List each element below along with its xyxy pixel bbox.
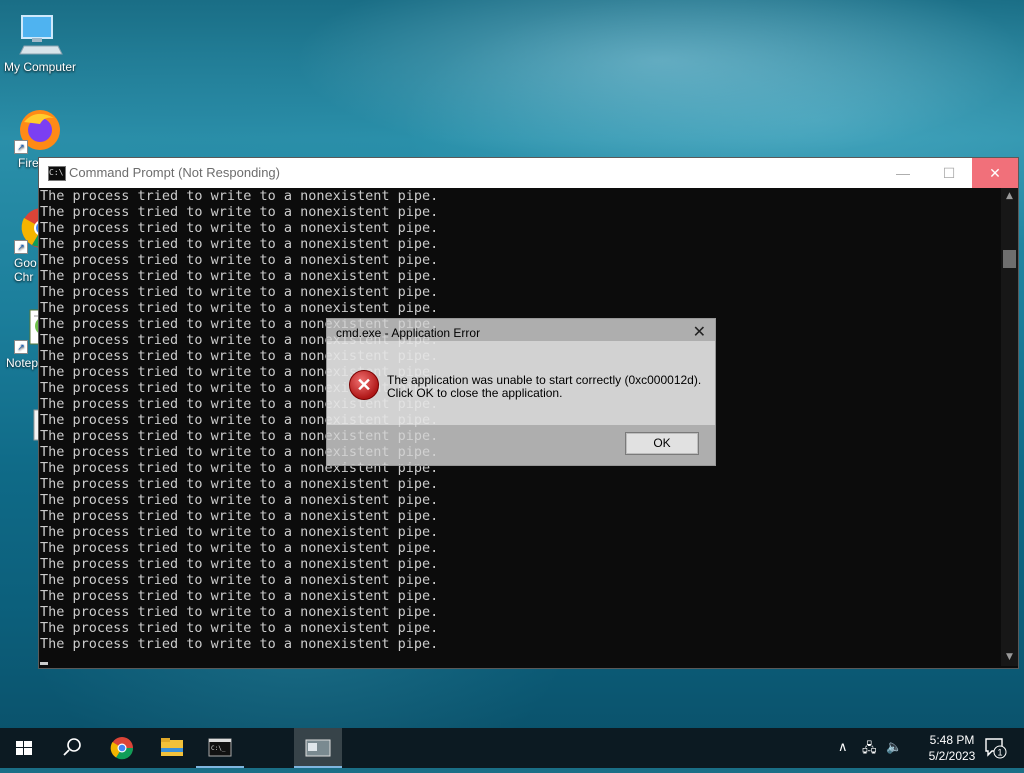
chrome-icon	[110, 737, 134, 760]
clock[interactable]: 5:48 PM 5/2/2023	[924, 732, 980, 764]
network-icon[interactable]: 🖧	[862, 739, 877, 761]
file-explorer-icon	[161, 738, 183, 756]
window-titlebar[interactable]: C:\ Command Prompt (Not Responding) — ☐ …	[39, 158, 1018, 188]
console-line: The process tried to write to a nonexist…	[40, 508, 439, 524]
scrollbar-thumb[interactable]	[1003, 250, 1016, 268]
show-hidden-icons[interactable]: ∧	[838, 739, 848, 755]
clock-time: 5:48 PM	[929, 733, 975, 747]
taskbar-file-explorer[interactable]	[148, 728, 196, 768]
desktop-icon-label: My Computer	[3, 60, 77, 74]
scroll-up-icon[interactable]: ▲	[1001, 188, 1018, 205]
taskbar-chrome[interactable]	[98, 728, 146, 768]
dialog-close-icon[interactable]: ✕	[693, 322, 706, 342]
console-line: The process tried to write to a nonexist…	[40, 252, 439, 268]
console-line: The process tried to write to a nonexist…	[40, 540, 439, 556]
shortcut-arrow-icon: ↗	[14, 340, 28, 354]
desktop-icon-my-computer[interactable]: My Computer	[0, 10, 80, 74]
console-line: The process tried to write to a nonexist…	[40, 220, 439, 236]
console-line: The process tried to write to a nonexist…	[40, 188, 439, 204]
console-line: The process tried to write to a nonexist…	[40, 524, 439, 540]
vertical-scrollbar[interactable]: ▲ ▼	[1001, 188, 1018, 666]
console-line: The process tried to write to a nonexist…	[40, 476, 439, 492]
console-line: The process tried to write to a nonexist…	[40, 604, 439, 620]
clock-date: 5/2/2023	[928, 749, 976, 763]
svg-text:C:\_: C:\_	[211, 745, 226, 752]
console-line: The process tried to write to a nonexist…	[40, 556, 439, 572]
console-line: The process tried to write to a nonexist…	[40, 268, 439, 284]
shortcut-arrow-icon: ↗	[14, 140, 28, 154]
computer-icon	[16, 10, 64, 58]
application-error-dialog[interactable]: cmd.exe - Application Error ✕ ✕ The appl…	[326, 318, 716, 466]
error-message-line2: Click OK to close the application.	[387, 386, 563, 400]
volume-icon[interactable]: 🔈	[886, 739, 902, 755]
console-cursor	[40, 662, 48, 665]
console-line: The process tried to write to a nonexist…	[40, 492, 439, 508]
cmd-icon: C:\	[48, 166, 66, 181]
console-line: The process tried to write to a nonexist…	[40, 636, 439, 652]
shortcut-arrow-icon: ↗	[14, 240, 28, 254]
close-button[interactable]: ✕	[972, 158, 1018, 188]
start-button[interactable]	[0, 728, 48, 768]
search-button[interactable]	[48, 728, 96, 768]
notifications-button[interactable]: 1	[984, 737, 1008, 762]
taskbar-error-app[interactable]	[294, 728, 342, 768]
taskbar-command-prompt[interactable]: C:\_	[196, 728, 244, 768]
console-line: The process tried to write to a nonexist…	[40, 284, 439, 300]
console-line: The process tried to write to a nonexist…	[40, 300, 439, 316]
ok-button[interactable]: OK	[625, 432, 699, 455]
taskbar: C:\_ ∧ 🖧 🔈 5:48 PM 5/2/2023 1	[0, 728, 1024, 768]
console-line: The process tried to write to a nonexist…	[40, 236, 439, 252]
notification-icon: 1	[985, 738, 1007, 759]
error-message-line1: The application was unable to start corr…	[387, 373, 702, 387]
dialog-title: cmd.exe - Application Error	[336, 326, 481, 340]
error-app-icon	[305, 739, 331, 757]
firefox-icon: ↗	[14, 106, 62, 154]
console-line: The process tried to write to a nonexist…	[40, 620, 439, 636]
notification-count: 1	[998, 748, 1003, 758]
search-icon	[63, 738, 81, 756]
console-line: The process tried to write to a nonexist…	[40, 588, 439, 604]
minimize-button[interactable]: —	[880, 158, 926, 188]
maximize-button[interactable]: ☐	[926, 158, 972, 188]
console-line: The process tried to write to a nonexist…	[40, 204, 439, 220]
window-title: Command Prompt (Not Responding)	[69, 165, 280, 180]
error-icon: ✕	[349, 370, 379, 400]
start-icon	[16, 741, 32, 755]
scroll-down-icon[interactable]: ▼	[1001, 649, 1018, 666]
console-line: The process tried to write to a nonexist…	[40, 572, 439, 588]
cmd-icon: C:\_	[208, 738, 232, 757]
